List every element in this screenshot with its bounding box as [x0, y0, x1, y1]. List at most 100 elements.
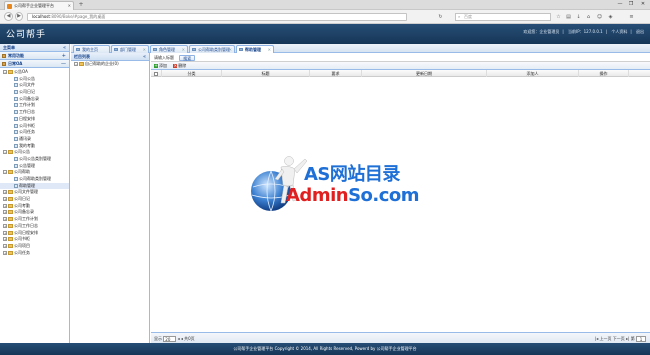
- folder-icon: [8, 150, 13, 155]
- tree-item[interactable]: + 公司任务: [0, 250, 69, 257]
- select-all-checkbox[interactable]: [154, 71, 158, 76]
- page-number-input[interactable]: 1: [636, 336, 646, 342]
- column-header-added-by[interactable]: 添加人: [486, 70, 578, 77]
- column-header-category[interactable]: 分类: [161, 70, 221, 77]
- chat-icon[interactable]: ☺: [596, 13, 603, 21]
- tab-role[interactable]: 角色管理 ✕: [150, 45, 188, 53]
- expand-toggle-icon[interactable]: +: [3, 243, 7, 248]
- tree-item[interactable]: − 公司公告: [0, 149, 69, 156]
- expand-toggle-icon[interactable]: +: [3, 250, 7, 255]
- maximize-button[interactable]: ❐: [626, 1, 636, 8]
- expand-toggle-icon[interactable]: +: [3, 210, 7, 215]
- expand-toggle-icon[interactable]: +: [3, 203, 7, 208]
- tree-item-label: 公司书柜: [14, 236, 30, 242]
- expand-toggle-icon[interactable]: −: [3, 150, 7, 155]
- close-icon[interactable]: ✕: [143, 46, 146, 53]
- collapse-icon[interactable]: «: [143, 53, 146, 61]
- tree-item[interactable]: − 公告OA: [0, 69, 69, 76]
- accordion-common[interactable]: 常用功能 +: [0, 52, 69, 60]
- refresh-icon[interactable]: ↻: [437, 13, 444, 21]
- expand-toggle-icon[interactable]: +: [3, 237, 7, 242]
- minimize-button[interactable]: —: [615, 1, 625, 8]
- tree-item[interactable]: + 公司日记: [0, 196, 69, 203]
- collapse-icon[interactable]: —: [61, 60, 66, 68]
- collapse-icon[interactable]: «: [63, 44, 66, 52]
- expand-toggle-icon[interactable]: −: [3, 70, 7, 74]
- folder-icon: [8, 223, 13, 228]
- expand-toggle-icon[interactable]: +: [3, 223, 7, 228]
- tree-item[interactable]: 公司日记: [0, 89, 69, 96]
- tree-item-label: 公司工作日志: [14, 222, 38, 228]
- tree-item[interactable]: + 公司工作计划: [0, 216, 69, 223]
- new-tab-button[interactable]: +: [77, 2, 85, 9]
- home-icon[interactable]: ⌂: [585, 13, 592, 21]
- page-nav-buttons[interactable]: |◂ 上一页 下一页 ▸|: [595, 336, 630, 341]
- address-bar[interactable]: localhost:8090/Boke/#page_我的桌面: [27, 13, 407, 21]
- expand-toggle-icon[interactable]: +: [3, 197, 7, 202]
- first-page-button[interactable]: ◂ ◂: [178, 336, 183, 341]
- menu-icon[interactable]: ≡: [628, 13, 635, 21]
- download-icon[interactable]: ↓: [575, 13, 582, 21]
- column-header-action[interactable]: 操作: [578, 70, 628, 77]
- page-icon: [14, 143, 18, 148]
- delete-button[interactable]: ✕删除: [173, 62, 186, 70]
- close-window-button[interactable]: ✕: [638, 1, 648, 8]
- tab-help-manage[interactable]: 帮助管理 ✕: [236, 45, 274, 53]
- app-logo: 公司帮手: [6, 30, 47, 40]
- tab-home[interactable]: 我的主页: [73, 45, 110, 53]
- tree-item[interactable]: + 公司项目: [0, 243, 69, 250]
- browser-tab-bar: [0, 0, 650, 10]
- column-header-update-date[interactable]: 更新日期: [361, 70, 486, 77]
- column-header-title[interactable]: 标题: [221, 70, 309, 77]
- add-button[interactable]: +添加: [154, 62, 167, 70]
- close-icon[interactable]: ✕: [268, 46, 271, 53]
- forward-icon[interactable]: ▶: [15, 12, 23, 21]
- tree-item[interactable]: 工作日志: [0, 109, 69, 116]
- accordion-daily-oa[interactable]: 日常OA —: [0, 60, 69, 68]
- page-size-select[interactable]: 20: [163, 336, 177, 342]
- home-icon: [76, 48, 80, 51]
- back-icon[interactable]: ◀: [4, 12, 13, 21]
- logout-link[interactable]: 退出: [636, 29, 644, 34]
- clipboard-icon[interactable]: ▤: [565, 13, 572, 21]
- tree-item-label: 公司考勤: [14, 202, 30, 208]
- tree-item[interactable]: 通讯录: [0, 136, 69, 143]
- tree-item[interactable]: 我的考勤: [0, 143, 69, 150]
- page-icon: [14, 76, 18, 81]
- tree-item[interactable]: 公司任务: [0, 129, 69, 136]
- collapse-toggle-icon[interactable]: −: [74, 62, 78, 66]
- tree-item[interactable]: 公司公告类别管理: [0, 156, 69, 163]
- tree-item[interactable]: 日程安排: [0, 116, 69, 123]
- tree-item[interactable]: + 公司考勤: [0, 203, 69, 210]
- tree-item[interactable]: + 公司工作日志: [0, 223, 69, 230]
- close-icon[interactable]: ✕: [68, 2, 71, 10]
- tree-item[interactable]: 公告管理: [0, 163, 69, 170]
- tab-department[interactable]: 部门管理 ✕: [111, 45, 149, 53]
- browser-tab[interactable]: 公司帮手企业管理平台 ✕: [4, 1, 74, 10]
- tree-item[interactable]: − 公司帮助: [0, 169, 69, 176]
- tree-item[interactable]: + 公司文件管理: [0, 189, 69, 196]
- star-icon[interactable]: ☆: [555, 13, 562, 21]
- expand-toggle-icon[interactable]: +: [3, 190, 7, 195]
- search-input[interactable]: ⌕ 百度: [455, 13, 551, 21]
- tree-item[interactable]: + 公司日程安排: [0, 230, 69, 237]
- page-icon: [14, 116, 18, 121]
- tree-item-label: 公司工作计划: [14, 216, 38, 222]
- tab-help-category[interactable]: 公司帮助类别管理 ✕: [189, 45, 235, 53]
- tree-item[interactable]: 公司帮助类别管理: [0, 176, 69, 183]
- expand-toggle-icon[interactable]: +: [3, 217, 7, 222]
- column-header-requirement[interactable]: 要求: [309, 70, 361, 77]
- close-icon[interactable]: ✕: [229, 46, 232, 53]
- close-icon[interactable]: ✕: [182, 46, 185, 53]
- url-path: :8090/Boke/#page_我的桌面: [49, 14, 106, 19]
- folder-icon: [2, 54, 6, 58]
- tree-item[interactable]: + 公司书柜: [0, 236, 69, 243]
- search-button[interactable]: 搜索: [179, 55, 196, 61]
- expand-icon[interactable]: +: [62, 52, 66, 60]
- expand-toggle-icon[interactable]: −: [3, 170, 7, 175]
- expand-toggle-icon[interactable]: +: [3, 230, 7, 235]
- column-tree-root[interactable]: − 自己帮助的企业(0): [71, 61, 149, 68]
- tab-icon: [153, 48, 157, 51]
- profile-link[interactable]: 个人资料: [611, 29, 627, 34]
- shield-icon[interactable]: ◈: [607, 13, 614, 21]
